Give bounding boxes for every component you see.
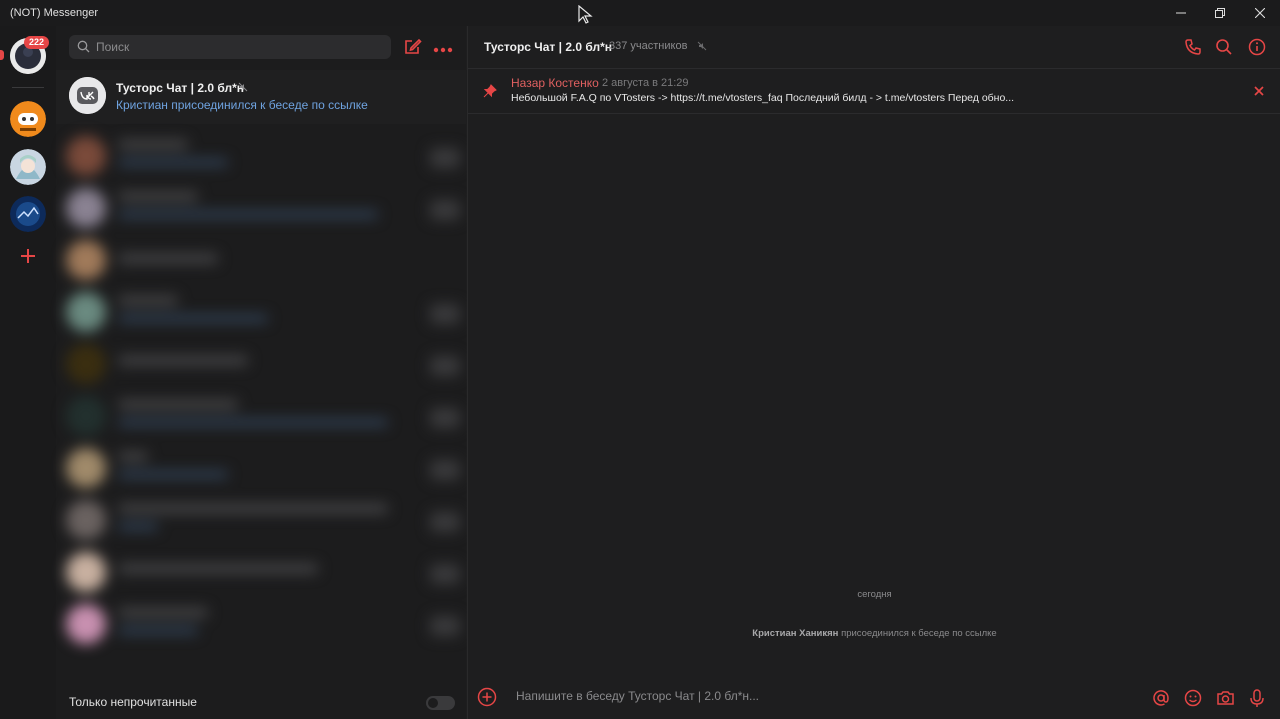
search-icon xyxy=(1216,39,1232,55)
close-icon xyxy=(1255,8,1265,18)
chat-name: Тусторс Чат | 2.0 бл*н xyxy=(116,81,244,95)
add-account-button[interactable] xyxy=(18,246,38,271)
photo-button[interactable] xyxy=(1216,689,1235,712)
list-item[interactable] xyxy=(62,338,466,390)
message-input[interactable]: Напишите в беседу Тусторс Чат | 2.0 бл*н… xyxy=(516,689,759,703)
blurred-chat-list xyxy=(62,130,466,678)
restore-icon xyxy=(1215,8,1225,18)
account-rail: 222 xyxy=(0,26,56,719)
list-item[interactable] xyxy=(62,286,466,338)
emoji-button[interactable] xyxy=(1184,689,1202,712)
vtosters-mascot-icon xyxy=(10,101,46,137)
active-account-marker xyxy=(0,50,4,60)
close-icon xyxy=(1254,86,1264,96)
chat-list-panel: Поиск Тусторс Чат | 2.0 бл*н Кристиан пр… xyxy=(56,26,466,719)
mention-button[interactable] xyxy=(1152,689,1170,712)
at-sign-icon xyxy=(1153,690,1169,706)
list-item[interactable] xyxy=(62,494,466,546)
conversation-title[interactable]: Тусторс Чат | 2.0 бл*н xyxy=(484,40,612,54)
unread-only-label: Только непрочитанные xyxy=(69,695,197,709)
chat-item-active[interactable]: Тусторс Чат | 2.0 бл*н Кристиан присоеди… xyxy=(56,70,466,124)
unread-filter-row: Только непрочитанные xyxy=(56,686,466,719)
message-composer: Напишите в беседу Тусторс Чат | 2.0 бл*н… xyxy=(468,681,1280,719)
pinned-date: 2 августа в 21:29 xyxy=(602,77,689,89)
search-placeholder: Поиск xyxy=(96,40,130,54)
member-count[interactable]: 337 участников xyxy=(609,40,687,52)
unread-count-badge: 222 xyxy=(24,36,50,49)
camera-icon xyxy=(1217,691,1234,705)
plus-icon xyxy=(21,249,35,263)
account-avatar-space[interactable] xyxy=(10,196,46,232)
chat-info-button[interactable] xyxy=(1248,38,1266,61)
close-window-button[interactable] xyxy=(1237,0,1280,26)
conversation-panel: Тусторс Чат | 2.0 бл*н 337 участников На… xyxy=(467,26,1280,719)
list-item[interactable] xyxy=(62,234,466,286)
phone-icon xyxy=(1185,39,1201,55)
day-separator: сегодня xyxy=(857,589,892,600)
space-avatar-icon xyxy=(10,196,46,232)
pin-icon xyxy=(483,84,497,98)
attach-button[interactable] xyxy=(477,687,497,712)
toggle-knob xyxy=(428,698,438,708)
add-circle-icon xyxy=(477,687,497,707)
list-item[interactable] xyxy=(62,442,466,494)
list-item[interactable] xyxy=(62,182,466,234)
list-item[interactable] xyxy=(62,390,466,442)
account-avatar-anime[interactable] xyxy=(10,149,46,185)
more-dots-icon xyxy=(433,47,453,53)
vk-logo-icon xyxy=(69,77,106,114)
conversation-header: Тусторс Чат | 2.0 бл*н 337 участников xyxy=(468,26,1280,69)
chat-preview: Кристиан присоединился к беседе по ссылк… xyxy=(116,98,368,112)
system-message: Кристиан Ханикян присоединился к беседе … xyxy=(468,628,1280,639)
smile-icon xyxy=(1184,689,1202,707)
list-item[interactable] xyxy=(62,546,466,598)
system-message-user[interactable]: Кристиан Ханикян xyxy=(752,628,838,639)
mouse-cursor-icon xyxy=(578,5,593,24)
microphone-icon xyxy=(1250,689,1264,707)
title-bar: (NOT) Messenger xyxy=(0,0,1280,26)
muted-icon xyxy=(238,82,248,92)
info-icon xyxy=(1248,38,1266,56)
pinned-author[interactable]: Назар Костенко xyxy=(511,76,599,90)
minimize-icon xyxy=(1176,12,1186,14)
list-item[interactable] xyxy=(62,130,466,182)
unread-only-toggle[interactable] xyxy=(426,696,455,710)
call-button[interactable] xyxy=(1184,38,1202,61)
window-title: (NOT) Messenger xyxy=(10,7,99,19)
account-avatar-vtosters[interactable] xyxy=(10,101,46,137)
more-options-button[interactable] xyxy=(433,40,453,58)
compose-icon xyxy=(405,38,422,54)
search-in-chat-button[interactable] xyxy=(1215,38,1233,61)
anime-avatar-icon xyxy=(10,149,46,185)
search-icon xyxy=(77,40,90,53)
new-message-button[interactable] xyxy=(403,37,422,61)
unpin-button[interactable] xyxy=(1253,84,1265,102)
search-input[interactable]: Поиск xyxy=(69,35,391,59)
list-item[interactable] xyxy=(62,598,466,650)
voice-message-button[interactable] xyxy=(1249,689,1265,713)
pinned-message[interactable]: Назар Костенко 2 августа в 21:29 Небольш… xyxy=(468,69,1280,114)
system-message-action: присоединился к беседе по ссылке xyxy=(841,628,997,639)
pinned-text: Небольшой F.A.Q по VTosters -> https://t… xyxy=(511,92,1015,104)
rail-separator xyxy=(12,87,44,88)
muted-icon xyxy=(697,41,707,51)
chat-avatar xyxy=(69,77,106,114)
